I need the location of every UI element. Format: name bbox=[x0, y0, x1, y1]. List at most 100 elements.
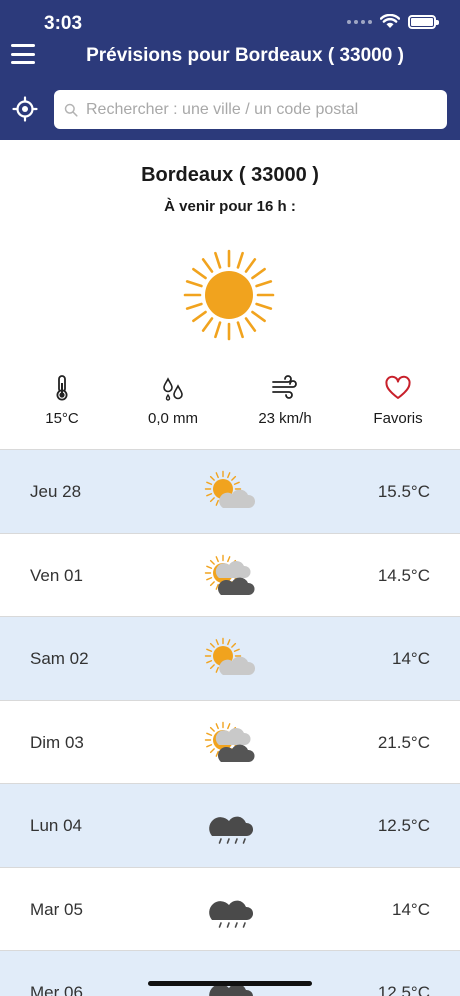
wind-icon bbox=[272, 375, 297, 399]
thermometer-icon bbox=[56, 375, 68, 401]
raindrops-icon bbox=[163, 377, 183, 401]
sun-ray bbox=[231, 475, 237, 481]
locate-icon[interactable] bbox=[12, 96, 38, 122]
day-row[interactable]: Ven 01 14.5°C bbox=[0, 532, 460, 617]
sun-ray bbox=[209, 642, 215, 648]
sun-ray bbox=[215, 555, 219, 562]
day-name: Jeu 28 bbox=[30, 482, 82, 501]
day-temperature: 14°C bbox=[392, 899, 430, 919]
day-name: Sam 02 bbox=[30, 649, 89, 668]
sun-ray bbox=[233, 648, 240, 652]
day-temperature: 15.5°C bbox=[377, 482, 430, 501]
sun-ray bbox=[214, 321, 222, 339]
sun-ray bbox=[206, 481, 213, 485]
battery-icon bbox=[408, 14, 439, 29]
precipitation-stat: 0,0 mm bbox=[118, 374, 228, 427]
favorites-label: Favoris bbox=[373, 410, 423, 427]
sun-ray bbox=[215, 499, 219, 506]
day-temperature: 12.5°C bbox=[377, 983, 430, 996]
sun-ray bbox=[244, 258, 257, 273]
day-name: Ven 01 bbox=[30, 565, 83, 585]
rain-cloud-icon bbox=[209, 900, 254, 928]
sun-ray bbox=[206, 648, 213, 652]
temperature-stat: 15°C bbox=[7, 374, 117, 427]
sun-ray bbox=[215, 722, 219, 729]
daily-forecast-list: Jeu 28 15.5°C Ven 01 14.5°C Sam 02 14°C … bbox=[0, 449, 460, 996]
city-title: Bordeaux ( 33000 ) bbox=[141, 164, 319, 186]
sun-ray bbox=[255, 302, 273, 310]
sun-ray bbox=[209, 559, 215, 565]
sun-ray bbox=[201, 317, 214, 332]
sun-ray bbox=[206, 660, 213, 664]
wifi-icon bbox=[380, 14, 400, 28]
sun-ray bbox=[206, 493, 213, 497]
day-row[interactable]: Mar 05 14°C bbox=[0, 866, 460, 951]
signal-icon bbox=[347, 19, 372, 24]
sun-ray bbox=[236, 251, 244, 269]
day-name: Mer 06 bbox=[30, 983, 83, 996]
sun-ray bbox=[227, 722, 231, 729]
sun-ray bbox=[192, 310, 207, 323]
sun-ray bbox=[231, 642, 237, 648]
sun-ray bbox=[192, 267, 207, 280]
status-time: 3:03 bbox=[44, 13, 83, 34]
sun-ray bbox=[251, 267, 266, 280]
sun-ray bbox=[185, 302, 203, 310]
sun-ray bbox=[214, 251, 222, 269]
app-header: 3:03 Prévisions pour Bordeaux ( 33000 ) bbox=[0, 0, 460, 140]
day-row[interactable]: Lun 04 12.5°C bbox=[0, 783, 460, 867]
sun-ray bbox=[215, 666, 219, 673]
sun-ray bbox=[227, 472, 231, 479]
sun-ray bbox=[255, 280, 273, 288]
day-row[interactable]: Mer 06 12.5°C bbox=[0, 950, 460, 996]
wind-stat: 23 km/h bbox=[230, 374, 340, 427]
search-bar[interactable] bbox=[54, 90, 447, 129]
sun-ray bbox=[209, 475, 215, 481]
sun-ray bbox=[227, 555, 231, 562]
sun-ray bbox=[227, 639, 231, 646]
day-temperature: 14.5°C bbox=[377, 565, 430, 585]
rain-cloud-icon bbox=[209, 816, 254, 844]
sun-behind-cloud-icon bbox=[204, 470, 256, 508]
search-icon bbox=[64, 103, 78, 117]
sun-ray bbox=[209, 580, 215, 586]
sun-ray bbox=[233, 481, 240, 485]
home-indicator bbox=[148, 981, 312, 986]
search-input[interactable] bbox=[86, 100, 426, 119]
precipitation-value: 0,0 mm bbox=[147, 410, 198, 427]
favorites-button[interactable]: Favoris bbox=[343, 374, 453, 427]
day-temperature: 12.5°C bbox=[377, 816, 430, 835]
day-temperature: 14°C bbox=[392, 649, 430, 668]
sun-icon bbox=[183, 249, 275, 341]
day-name: Mar 05 bbox=[30, 899, 83, 919]
sun-ray bbox=[206, 576, 213, 580]
day-temperature: 21.5°C bbox=[377, 732, 430, 752]
day-name: Lun 04 bbox=[30, 816, 82, 835]
sun-ray bbox=[215, 472, 219, 479]
sun-ray bbox=[251, 310, 266, 323]
status-icons bbox=[347, 14, 439, 29]
menu-button[interactable] bbox=[11, 44, 35, 64]
sun-ray bbox=[215, 750, 219, 757]
sun-ray bbox=[236, 321, 244, 339]
day-row[interactable]: Dim 03 21.5°C bbox=[0, 699, 460, 784]
page-title: Prévisions pour Bordeaux ( 33000 ) bbox=[86, 45, 404, 66]
sun-dark-clouds-icon bbox=[204, 721, 255, 762]
sun-ray bbox=[209, 747, 215, 753]
sun-ray bbox=[206, 565, 213, 569]
sun-ray bbox=[206, 743, 213, 747]
day-name: Dim 03 bbox=[30, 732, 84, 752]
day-row[interactable]: Sam 02 14°C bbox=[0, 616, 460, 700]
day-row[interactable]: Jeu 28 15.5°C bbox=[0, 449, 460, 533]
sun-ray bbox=[209, 497, 215, 503]
sun-ray bbox=[209, 664, 215, 670]
sun-behind-cloud-icon bbox=[204, 637, 256, 675]
sun-ray bbox=[209, 726, 215, 732]
sun-ray bbox=[215, 639, 219, 646]
heart-icon bbox=[385, 375, 411, 399]
sun-ray bbox=[215, 583, 219, 590]
sun-ray bbox=[244, 317, 257, 332]
sun-ray bbox=[185, 280, 203, 288]
sun-ray bbox=[206, 732, 213, 736]
forecast-label: À venir pour 16 h : bbox=[164, 198, 296, 215]
